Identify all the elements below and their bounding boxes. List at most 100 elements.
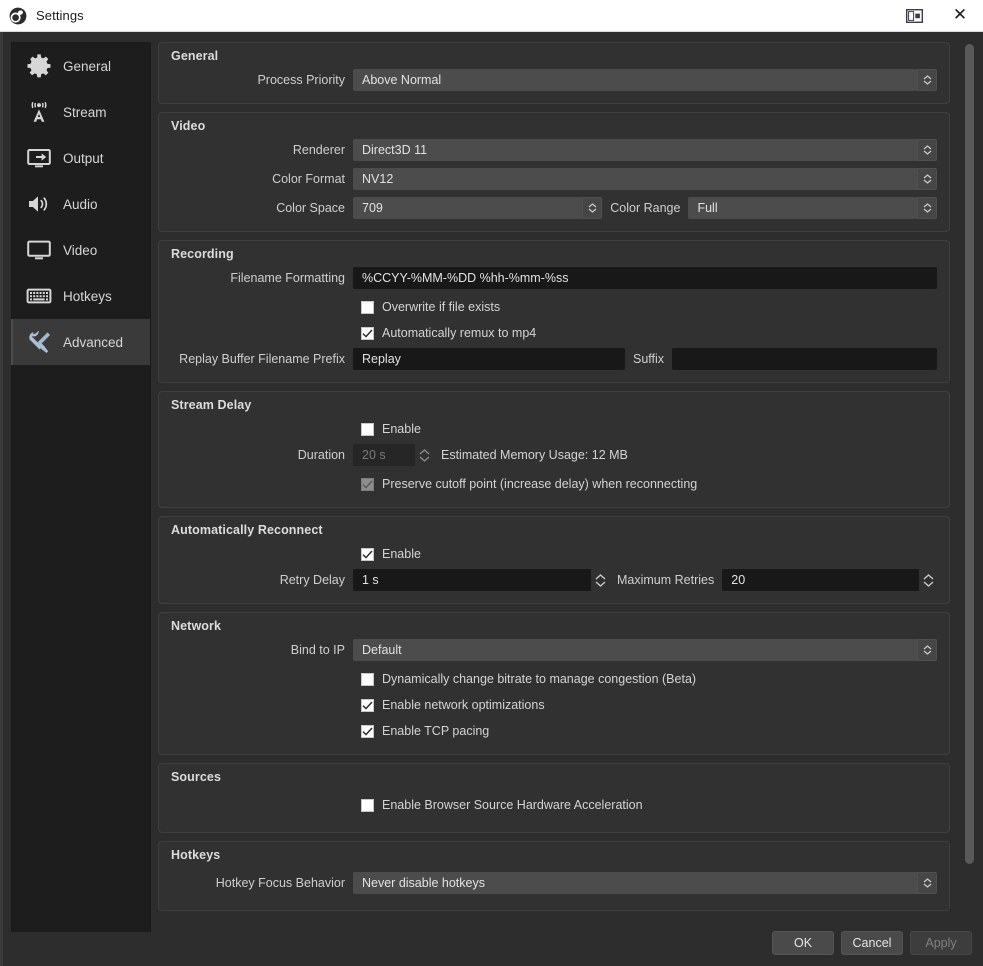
row-color-space-range: Color Space 709 Color Range Full bbox=[171, 195, 937, 221]
arrow-down-icon bbox=[595, 581, 606, 587]
sidebar-item-hotkeys[interactable]: Hotkeys bbox=[12, 273, 150, 319]
group-title-stream-delay: Stream Delay bbox=[171, 398, 937, 412]
browser-hwaccel-checkbox[interactable] bbox=[361, 799, 374, 812]
tcp-pacing-checkbox[interactable] bbox=[361, 725, 374, 738]
sidebar-item-label: Video bbox=[63, 243, 97, 258]
settings-sidebar: General Stream bbox=[11, 42, 151, 932]
obs-logo-icon bbox=[9, 7, 27, 25]
row-overwrite-if-exists: Overwrite if file exists bbox=[171, 294, 937, 320]
preserve-cutoff-label: Preserve cutoff point (increase delay) w… bbox=[382, 477, 697, 491]
estimated-memory-usage-text: Estimated Memory Usage: 12 MB bbox=[433, 448, 628, 462]
auto-reconnect-enable-label: Enable bbox=[382, 547, 421, 561]
color-format-combobox[interactable]: NV12 bbox=[353, 168, 937, 190]
stream-delay-enable-checkbox[interactable] bbox=[361, 423, 374, 436]
stream-delay-enable-label: Enable bbox=[382, 422, 421, 436]
dynamic-bitrate-label: Dynamically change bitrate to manage con… bbox=[382, 672, 696, 686]
process-priority-combobox[interactable]: Above Normal bbox=[353, 69, 937, 91]
overwrite-if-exists-label: Overwrite if file exists bbox=[382, 300, 500, 314]
max-retries-spinbox[interactable]: 20 bbox=[722, 569, 937, 591]
bind-to-ip-combobox[interactable]: Default bbox=[353, 639, 937, 661]
spin-arrows[interactable] bbox=[415, 444, 433, 466]
row-replay-buffer-prefix: Replay Buffer Filename Prefix Replay Suf… bbox=[171, 346, 937, 372]
renderer-combobox[interactable]: Direct3D 11 bbox=[353, 139, 937, 161]
duration-spinbox[interactable]: 20 s bbox=[353, 444, 433, 466]
sidebar-item-stream[interactable]: Stream bbox=[12, 89, 150, 135]
dialog-footer: OK Cancel Apply bbox=[3, 920, 983, 966]
bind-to-ip-value: Default bbox=[353, 639, 917, 661]
process-priority-value: Above Normal bbox=[353, 69, 917, 91]
ok-button[interactable]: OK bbox=[772, 931, 834, 955]
replay-prefix-label: Replay Buffer Filename Prefix bbox=[171, 352, 353, 366]
group-hotkeys: Hotkeys Hotkey Focus Behavior Never disa… bbox=[158, 841, 950, 911]
combo-arrows[interactable] bbox=[917, 872, 937, 894]
settings-window: General Stream bbox=[0, 32, 983, 966]
checkmark-icon bbox=[362, 727, 373, 736]
group-auto-reconnect: Automatically Reconnect Enable Retry Del… bbox=[158, 516, 950, 604]
tools-icon bbox=[22, 325, 56, 359]
apply-button[interactable]: Apply bbox=[910, 931, 972, 955]
combo-arrows[interactable] bbox=[917, 639, 937, 661]
chevron-down-icon bbox=[588, 208, 597, 213]
checkmark-icon bbox=[362, 701, 373, 710]
group-general: General Process Priority Above Normal bbox=[158, 42, 950, 104]
group-title-sources: Sources bbox=[171, 770, 937, 784]
hotkey-focus-behavior-combobox[interactable]: Never disable hotkeys bbox=[353, 872, 937, 894]
color-format-value: NV12 bbox=[353, 168, 917, 190]
row-preserve-cutoff: Preserve cutoff point (increase delay) w… bbox=[171, 471, 937, 497]
auto-reconnect-enable-checkbox[interactable] bbox=[361, 548, 374, 561]
preserve-cutoff-checkbox[interactable] bbox=[361, 478, 374, 491]
arrow-up-icon bbox=[595, 574, 606, 580]
dynamic-bitrate-checkbox[interactable] bbox=[361, 673, 374, 686]
sidebar-item-label: Audio bbox=[63, 197, 98, 212]
row-auto-remux: Automatically remux to mp4 bbox=[171, 320, 937, 346]
overwrite-if-exists-checkbox[interactable] bbox=[361, 301, 374, 314]
color-space-combobox[interactable]: 709 bbox=[353, 197, 602, 219]
checkmark-icon bbox=[362, 550, 373, 559]
checkmark-icon bbox=[362, 480, 373, 489]
replay-prefix-input[interactable]: Replay bbox=[353, 348, 625, 370]
row-auto-reconnect-enable: Enable bbox=[171, 541, 937, 567]
network-optimizations-checkbox[interactable] bbox=[361, 699, 374, 712]
cancel-button[interactable]: Cancel bbox=[841, 931, 903, 955]
combo-arrows[interactable] bbox=[582, 197, 602, 219]
window-close-button[interactable]: ✕ bbox=[937, 0, 983, 32]
sidebar-item-video[interactable]: Video bbox=[12, 227, 150, 273]
color-range-value: Full bbox=[688, 197, 917, 219]
combo-arrows[interactable] bbox=[917, 168, 937, 190]
checkmark-icon bbox=[362, 329, 373, 338]
filename-formatting-input[interactable]: %CCYY-%MM-%DD %hh-%mm-%ss bbox=[353, 267, 937, 289]
color-range-combobox[interactable]: Full bbox=[688, 197, 937, 219]
group-video: Video Renderer Direct3D 11 Color Format … bbox=[158, 112, 950, 232]
arrow-up-icon bbox=[419, 449, 430, 455]
sidebar-item-label: Advanced bbox=[63, 335, 123, 350]
hotkey-focus-behavior-label: Hotkey Focus Behavior bbox=[171, 876, 353, 890]
spin-arrows[interactable] bbox=[591, 569, 609, 591]
sidebar-item-audio[interactable]: Audio bbox=[12, 181, 150, 227]
browser-hwaccel-label: Enable Browser Source Hardware Accelerat… bbox=[382, 798, 643, 812]
sidebar-item-label: Stream bbox=[63, 105, 107, 120]
content-scrollbar[interactable] bbox=[963, 42, 975, 920]
retry-delay-label: Retry Delay bbox=[171, 573, 353, 587]
settings-content-scroll-area: General Process Priority Above Normal Vi… bbox=[158, 42, 978, 920]
row-process-priority: Process Priority Above Normal bbox=[171, 67, 937, 93]
output-icon bbox=[22, 141, 56, 175]
row-tcp-pacing: Enable TCP pacing bbox=[171, 718, 937, 744]
auto-remux-checkbox[interactable] bbox=[361, 327, 374, 340]
sidebar-item-output[interactable]: Output bbox=[12, 135, 150, 181]
auto-remux-label: Automatically remux to mp4 bbox=[382, 326, 536, 340]
sidebar-item-advanced[interactable]: Advanced bbox=[12, 319, 150, 365]
renderer-value: Direct3D 11 bbox=[353, 139, 917, 161]
suffix-input[interactable] bbox=[672, 348, 937, 370]
combo-arrows[interactable] bbox=[917, 139, 937, 161]
spin-arrows[interactable] bbox=[919, 569, 937, 591]
combo-arrows[interactable] bbox=[917, 69, 937, 91]
combo-arrows[interactable] bbox=[917, 197, 937, 219]
chevron-down-icon bbox=[923, 208, 932, 213]
group-title-auto-reconnect: Automatically Reconnect bbox=[171, 523, 937, 537]
sidebar-item-general[interactable]: General bbox=[12, 43, 150, 89]
group-sources: Sources Enable Browser Source Hardware A… bbox=[158, 763, 950, 833]
retry-delay-spinbox[interactable]: 1 s bbox=[353, 569, 609, 591]
dock-panel-icon[interactable] bbox=[891, 0, 937, 32]
scrollbar-thumb[interactable] bbox=[965, 44, 974, 864]
sidebar-item-label: Output bbox=[63, 151, 104, 166]
